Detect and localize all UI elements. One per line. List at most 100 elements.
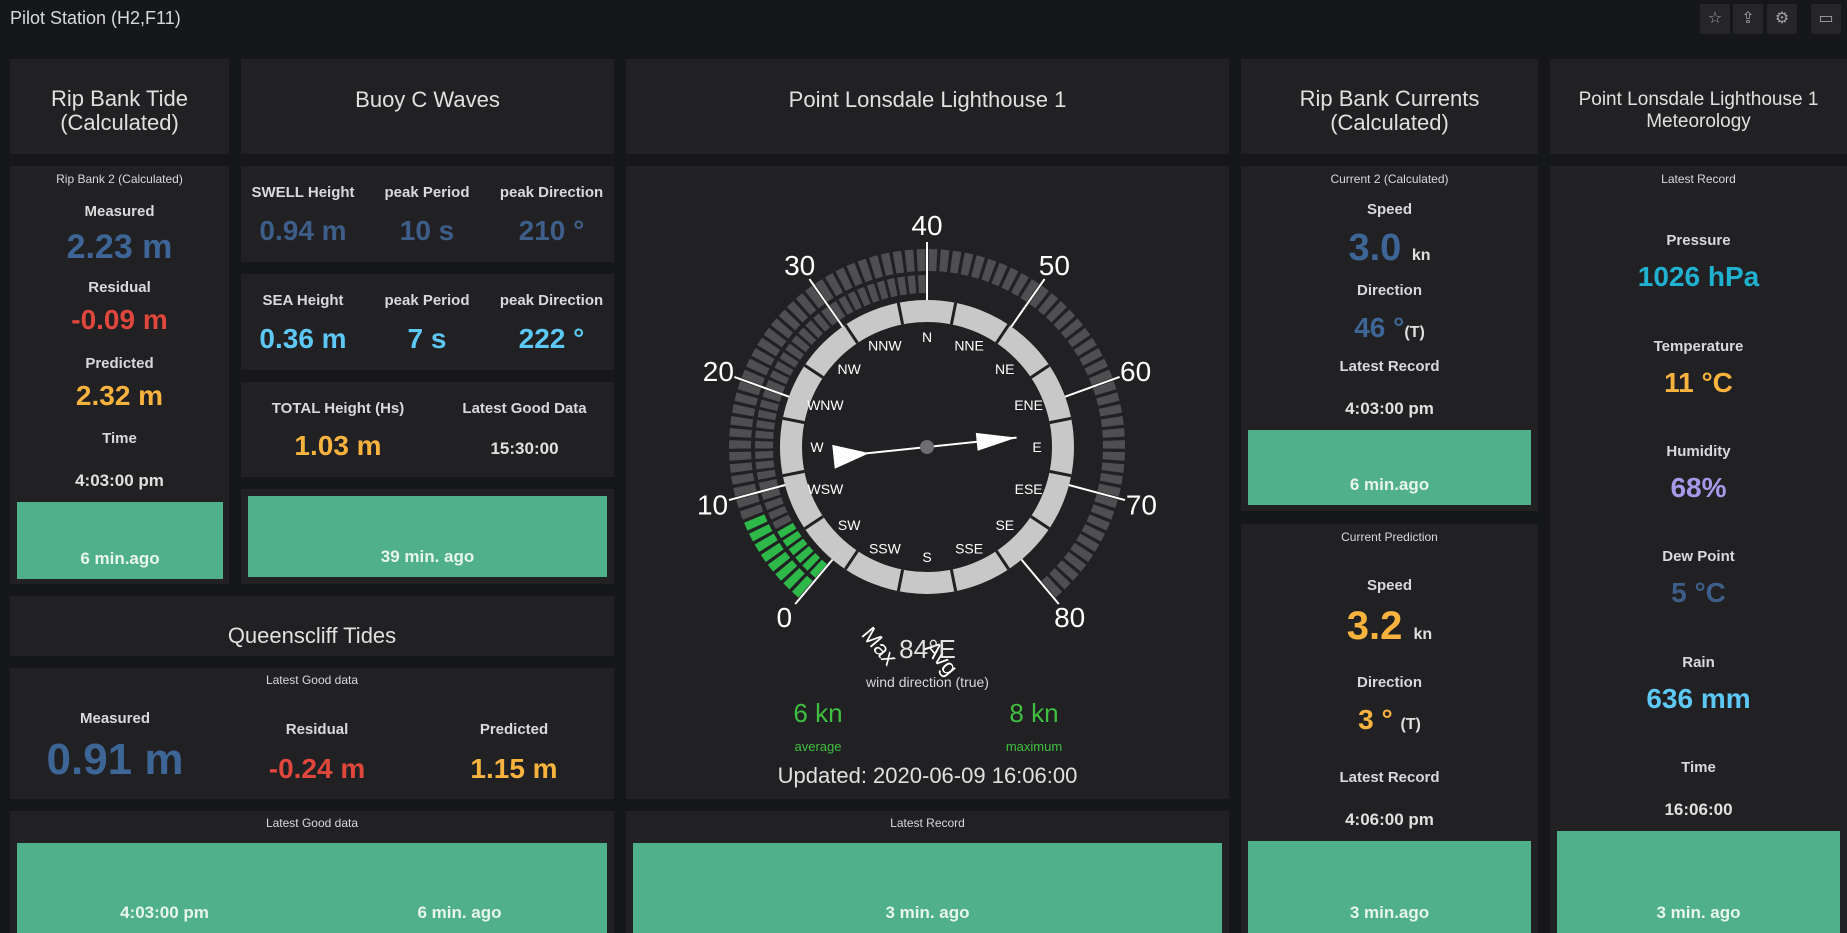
- predicted-label: Predicted: [85, 355, 154, 372]
- latest-record-label: Latest Record: [1339, 769, 1440, 786]
- max-speed-segment: [730, 416, 754, 428]
- swell-period-label: peak Period: [384, 184, 470, 201]
- avg-speed-segment: [759, 399, 779, 412]
- swell-direction-value: 210 °: [518, 215, 585, 246]
- share-icon: ⇪: [1741, 10, 1755, 27]
- rip-tide-panel: Rip Bank 2 (Calculated) Measured 2.23 m …: [10, 166, 229, 584]
- met-panel: Latest Record Pressure 1026 hPa Temperat…: [1550, 166, 1847, 933]
- queenscliff-title-panel: Queenscliff Tides: [10, 596, 614, 656]
- max-speed-segment: [729, 428, 752, 438]
- panel-subtitle: Latest Good data: [265, 673, 359, 687]
- panel-title: Rip Bank Tide (Calculated): [51, 86, 188, 135]
- dew-point-value: 5 °C: [1671, 577, 1726, 608]
- star-button[interactable]: ☆: [1700, 4, 1730, 34]
- max-speed-segment: [949, 250, 962, 274]
- queenscliff-latest-panel: Latest Good data 4:03:00 pm 6 min. ago: [10, 811, 614, 933]
- lighthouse-title-panel: Point Lonsdale Lighthouse 1: [626, 59, 1229, 154]
- gear-icon: ⚙: [1774, 10, 1790, 27]
- measured-label: Measured: [79, 710, 151, 727]
- data-age-bar: 3 min. ago: [1557, 831, 1840, 933]
- speed-tick-label: 10: [697, 489, 728, 520]
- compass-label: ENE: [1014, 397, 1043, 413]
- swell-height-label: SWELL Height: [251, 184, 355, 201]
- avg-speed-value: 6 kn: [793, 698, 843, 728]
- pressure-value: 1026 hPa: [1637, 261, 1760, 292]
- compass-label: NE: [995, 361, 1014, 377]
- compass-label: ESE: [1015, 481, 1043, 497]
- top-bar: Pilot Station (H2,F11) ☆ ⇪ ⚙ ▭: [0, 0, 1847, 40]
- max-speed-segment: [892, 250, 905, 274]
- compass-label: E: [1032, 439, 1041, 455]
- queenscliff-panel: Latest Good data Measured 0.91 m Residua…: [10, 668, 614, 799]
- panel-title: Rip Bank Currents (Calculated): [1299, 86, 1480, 135]
- total-height-value: 1.03 m: [294, 430, 382, 461]
- compass-label: SSE: [955, 541, 983, 557]
- wind-gauge: 01020304050607080Max AvgNNNENEENEEESESESS…: [697, 210, 1157, 680]
- max-speed-value: 8 kn: [1009, 698, 1059, 728]
- speed-tick-label: 20: [703, 356, 734, 387]
- panel-subtitle: Latest Record: [1661, 172, 1736, 186]
- updated-time: Updated: 2020-06-09 16:06:00: [777, 763, 1078, 788]
- avg-speed-segment: [756, 420, 775, 430]
- measured-label: Measured: [84, 203, 155, 220]
- max-speed-segment: [1099, 473, 1123, 485]
- speed-tick-label: 60: [1120, 356, 1151, 387]
- max-speed-segment: [960, 252, 974, 276]
- total-height-label: TOTAL Height (Hs): [271, 400, 405, 417]
- latest-good-label: Latest Good Data: [462, 400, 587, 417]
- data-age-bar: 4:03:00 pm 6 min. ago: [17, 843, 607, 933]
- currents-title-panel: Rip Bank Currents (Calculated): [1241, 59, 1538, 154]
- swell-height-value: 0.94 m: [259, 215, 347, 246]
- sea-height-value: 0.36 m: [259, 323, 347, 354]
- avg-speed-segment: [897, 276, 907, 296]
- max-speed-segment: [729, 451, 752, 461]
- latest-time: 4:03:00 pm: [120, 903, 209, 922]
- residual-label: Residual: [285, 721, 349, 738]
- max-speed-segment: [1101, 462, 1125, 473]
- rain-value: 636 mm: [1646, 683, 1751, 714]
- max-speed-segment: [1096, 392, 1120, 406]
- current-prediction-panel: Current Prediction Speed 3.2 kn Directio…: [1241, 524, 1538, 933]
- sea-period-value: 7 s: [407, 323, 447, 354]
- avg-speed-segment: [755, 451, 774, 459]
- data-age: 39 min. ago: [380, 547, 475, 566]
- measured-value: 2.23 m: [66, 228, 173, 266]
- max-speed-segment: [1098, 404, 1122, 417]
- panel-title: Point Lonsdale Lighthouse 1: [788, 87, 1067, 112]
- panel-subtitle: Latest Good data: [265, 816, 359, 830]
- direction-value: 46 °(T): [1354, 312, 1425, 343]
- sea-direction-label: peak Direction: [499, 292, 604, 309]
- swell-period-value: 10 s: [399, 215, 455, 246]
- avg-speed-segment: [886, 278, 898, 298]
- compass-label: WNW: [807, 397, 844, 413]
- data-age: 3 min.ago: [1349, 903, 1430, 922]
- data-age-bar: 6 min.ago: [17, 502, 223, 579]
- data-age: 6 min.ago: [1349, 475, 1430, 494]
- tv-mode-button[interactable]: ▭: [1811, 4, 1841, 34]
- speed-tick-label: 70: [1126, 489, 1157, 520]
- data-age: 6 min.ago: [80, 549, 160, 568]
- temperature-label: Temperature: [1653, 338, 1744, 355]
- data-age-bar: 3 min.ago: [1248, 841, 1531, 933]
- speed-tick-label: 50: [1039, 250, 1070, 281]
- panel-title: Point Lonsdale Lighthouse 1 Meteorology: [1578, 89, 1819, 132]
- swell-direction-label: peak Direction: [499, 184, 604, 201]
- dashboard-title[interactable]: Pilot Station (H2,F11): [10, 8, 181, 29]
- pressure-label: Pressure: [1666, 232, 1731, 249]
- latest-good-time: 15:30:00: [490, 439, 559, 458]
- panel-subtitle: Latest Record: [890, 816, 965, 830]
- compass-label: SSW: [869, 541, 902, 557]
- compass-label: WSW: [807, 481, 844, 497]
- speed-tick-label: 30: [784, 250, 815, 281]
- humidity-label: Humidity: [1666, 443, 1731, 460]
- speed-value: 3.2 kn: [1346, 604, 1433, 648]
- panel-subtitle: Current Prediction: [1341, 530, 1438, 544]
- settings-button[interactable]: ⚙: [1767, 4, 1797, 34]
- panel-subtitle: Current 2 (Calculated): [1330, 172, 1449, 186]
- data-age-bar: 3 min. ago: [633, 843, 1222, 933]
- buoy-title-panel: Buoy C Waves: [241, 59, 614, 154]
- share-button[interactable]: ⇪: [1733, 4, 1763, 34]
- direction-label: Direction: [1356, 674, 1422, 691]
- latest-record-label: Latest Record: [1339, 358, 1440, 375]
- sea-height-label: SEA Height: [262, 292, 344, 309]
